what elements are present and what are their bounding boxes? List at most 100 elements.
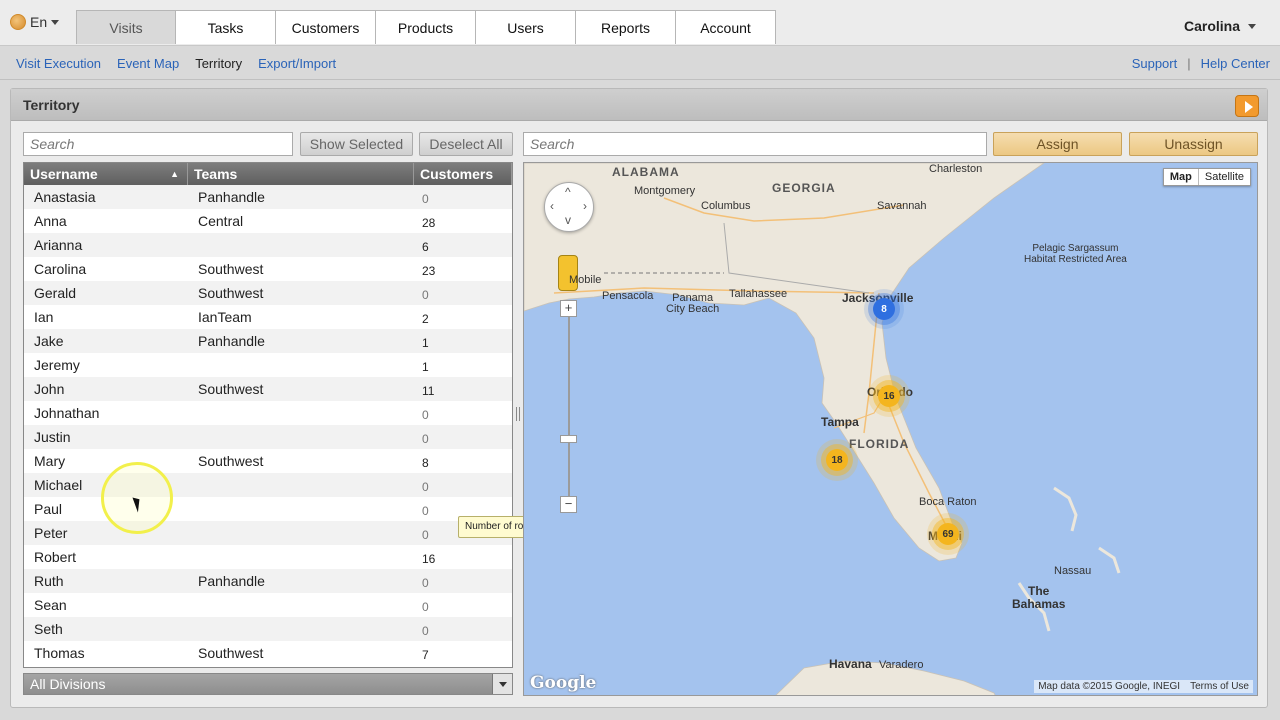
cell-team: Southwest bbox=[198, 381, 264, 397]
cell-team: Panhandle bbox=[198, 573, 265, 589]
map-type-satellite-button[interactable]: Satellite bbox=[1199, 169, 1250, 185]
table-row[interactable]: Anastasia Panhandle 0 bbox=[24, 185, 512, 209]
chevron-down-icon bbox=[51, 19, 60, 25]
cell-team: Panhandle bbox=[198, 333, 265, 349]
zoom-slider-thumb[interactable] bbox=[560, 435, 577, 443]
table-row[interactable]: Sean 0 bbox=[24, 593, 512, 617]
link-export-import[interactable]: Export/Import bbox=[258, 56, 336, 71]
link-territory[interactable]: Territory bbox=[195, 56, 242, 71]
map-cluster-marker[interactable]: 69 bbox=[937, 523, 959, 545]
pan-down-icon[interactable]: v bbox=[565, 213, 571, 227]
map-cluster-marker[interactable]: 18 bbox=[826, 449, 848, 471]
map-label-alabama: ALABAMA bbox=[612, 165, 680, 179]
map-label-boca-raton: Boca Raton bbox=[919, 496, 977, 508]
table-row[interactable]: Jeremy 1 bbox=[24, 353, 512, 377]
map-cluster-marker[interactable]: 8 bbox=[873, 298, 895, 320]
table-header: Username ▲ Teams Customers bbox=[24, 163, 512, 185]
table-row[interactable]: Justin 0 bbox=[24, 425, 512, 449]
cell-team bbox=[188, 521, 414, 545]
map-label-havana: Havana bbox=[829, 657, 872, 671]
map-label-sargassum: Pelagic Sargassum Habitat Restricted Are… bbox=[1024, 243, 1127, 265]
language-selector[interactable]: En bbox=[10, 10, 70, 34]
chevron-down-icon bbox=[1248, 23, 1256, 29]
cell-username: Thomas bbox=[34, 645, 85, 661]
tab-customers[interactable]: Customers bbox=[276, 10, 376, 44]
table-row[interactable]: Ruth Panhandle 0 bbox=[24, 569, 512, 593]
divisions-value: All Divisions bbox=[30, 676, 106, 692]
tab-visits[interactable]: Visits bbox=[76, 10, 176, 44]
play-icon[interactable] bbox=[1235, 95, 1259, 117]
show-selected-button[interactable]: Show Selected bbox=[300, 132, 413, 156]
cell-team: Southwest bbox=[198, 261, 264, 277]
cell-username: Jake bbox=[34, 333, 64, 349]
table-row[interactable]: Mary Southwest 8 bbox=[24, 449, 512, 473]
tab-products[interactable]: Products bbox=[376, 10, 476, 44]
territory-map[interactable]: Map Satellite ^ ‹ › v + − ALABAMA GEORGI… bbox=[523, 162, 1258, 696]
support-link[interactable]: Support bbox=[1132, 56, 1178, 71]
tab-reports[interactable]: Reports bbox=[576, 10, 676, 44]
cell-team bbox=[188, 353, 414, 377]
cell-team bbox=[188, 545, 414, 569]
table-row[interactable]: Robert 16 bbox=[24, 545, 512, 569]
cell-team bbox=[188, 425, 414, 449]
table-row[interactable]: Carolina Southwest 23 bbox=[24, 257, 512, 281]
panel-title: Territory bbox=[23, 97, 80, 113]
link-event-map[interactable]: Event Map bbox=[117, 56, 179, 71]
map-label-georgia: GEORGIA bbox=[772, 181, 836, 195]
column-teams[interactable]: Teams bbox=[188, 163, 414, 185]
pan-left-icon[interactable]: ‹ bbox=[550, 199, 554, 213]
tab-tasks[interactable]: Tasks bbox=[176, 10, 276, 44]
table-row[interactable]: Johnathan 0 bbox=[24, 401, 512, 425]
zoom-in-button[interactable]: + bbox=[560, 300, 577, 317]
table-row[interactable]: Seth 0 bbox=[24, 617, 512, 641]
table-row[interactable]: Gerald Southwest 0 bbox=[24, 281, 512, 305]
pan-right-icon[interactable]: › bbox=[583, 199, 587, 213]
tab-users[interactable]: Users bbox=[476, 10, 576, 44]
resize-handle[interactable] bbox=[516, 407, 520, 421]
zoom-out-button[interactable]: − bbox=[560, 496, 577, 513]
table-row[interactable]: Ian IanTeam 2 bbox=[24, 305, 512, 329]
table-row[interactable]: Peter 0 bbox=[24, 521, 512, 545]
pan-control[interactable]: ^ ‹ › v bbox=[544, 182, 594, 232]
cell-username: Peter bbox=[34, 525, 68, 541]
table-body: Anastasia Panhandle 0 Anna Central 28 Arianna 6… bbox=[24, 185, 512, 665]
cell-customers: 1 bbox=[422, 336, 429, 350]
top-bar: En Visits Tasks Customers Products Users… bbox=[0, 0, 1280, 46]
map-label-charleston: Charleston bbox=[929, 163, 983, 175]
zoom-slider-track[interactable] bbox=[568, 303, 570, 508]
table-row[interactable]: Thomas Southwest 7 bbox=[24, 641, 512, 665]
table-row[interactable]: Paul 0 bbox=[24, 497, 512, 521]
column-username[interactable]: Username ▲ bbox=[24, 163, 188, 185]
cell-team: Panhandle bbox=[198, 189, 265, 205]
table-row[interactable]: Anna Central 28 bbox=[24, 209, 512, 233]
cell-username: Anastasia bbox=[34, 189, 96, 205]
user-menu[interactable]: Carolina bbox=[1184, 18, 1256, 34]
user-search-input[interactable] bbox=[23, 132, 293, 156]
tab-account[interactable]: Account bbox=[676, 10, 776, 44]
map-cluster-marker[interactable]: 16 bbox=[878, 385, 900, 407]
cell-team bbox=[188, 233, 414, 257]
cell-team bbox=[188, 617, 414, 641]
divisions-select[interactable]: All Divisions bbox=[23, 673, 513, 695]
help-center-link[interactable]: Help Center bbox=[1201, 56, 1270, 71]
column-customers[interactable]: Customers bbox=[414, 163, 512, 185]
table-row[interactable]: Michael 0 bbox=[24, 473, 512, 497]
table-row[interactable]: Arianna 6 bbox=[24, 233, 512, 257]
main-tabs: Visits Tasks Customers Products Users Re… bbox=[76, 10, 776, 44]
map-data-credit: Map data ©2015 Google, INEGI bbox=[1038, 681, 1181, 692]
cell-customers: 0 bbox=[422, 624, 429, 638]
map-label-florida: FLORIDA bbox=[849, 437, 910, 451]
cell-team: IanTeam bbox=[198, 309, 252, 325]
deselect-all-button[interactable]: Deselect All bbox=[419, 132, 513, 156]
link-visit-execution[interactable]: Visit Execution bbox=[16, 56, 101, 71]
map-search-input[interactable] bbox=[523, 132, 987, 156]
table-row[interactable]: Jake Panhandle 1 bbox=[24, 329, 512, 353]
table-row[interactable]: John Southwest 11 bbox=[24, 377, 512, 401]
user-name: Carolina bbox=[1183, 18, 1240, 34]
terms-of-use-link[interactable]: Terms of Use bbox=[1190, 681, 1249, 692]
map-type-map-button[interactable]: Map bbox=[1164, 169, 1199, 185]
assign-button[interactable]: Assign bbox=[993, 132, 1122, 156]
cell-customers: 0 bbox=[422, 576, 429, 590]
pan-up-icon[interactable]: ^ bbox=[565, 185, 571, 199]
unassign-button[interactable]: Unassign bbox=[1129, 132, 1258, 156]
